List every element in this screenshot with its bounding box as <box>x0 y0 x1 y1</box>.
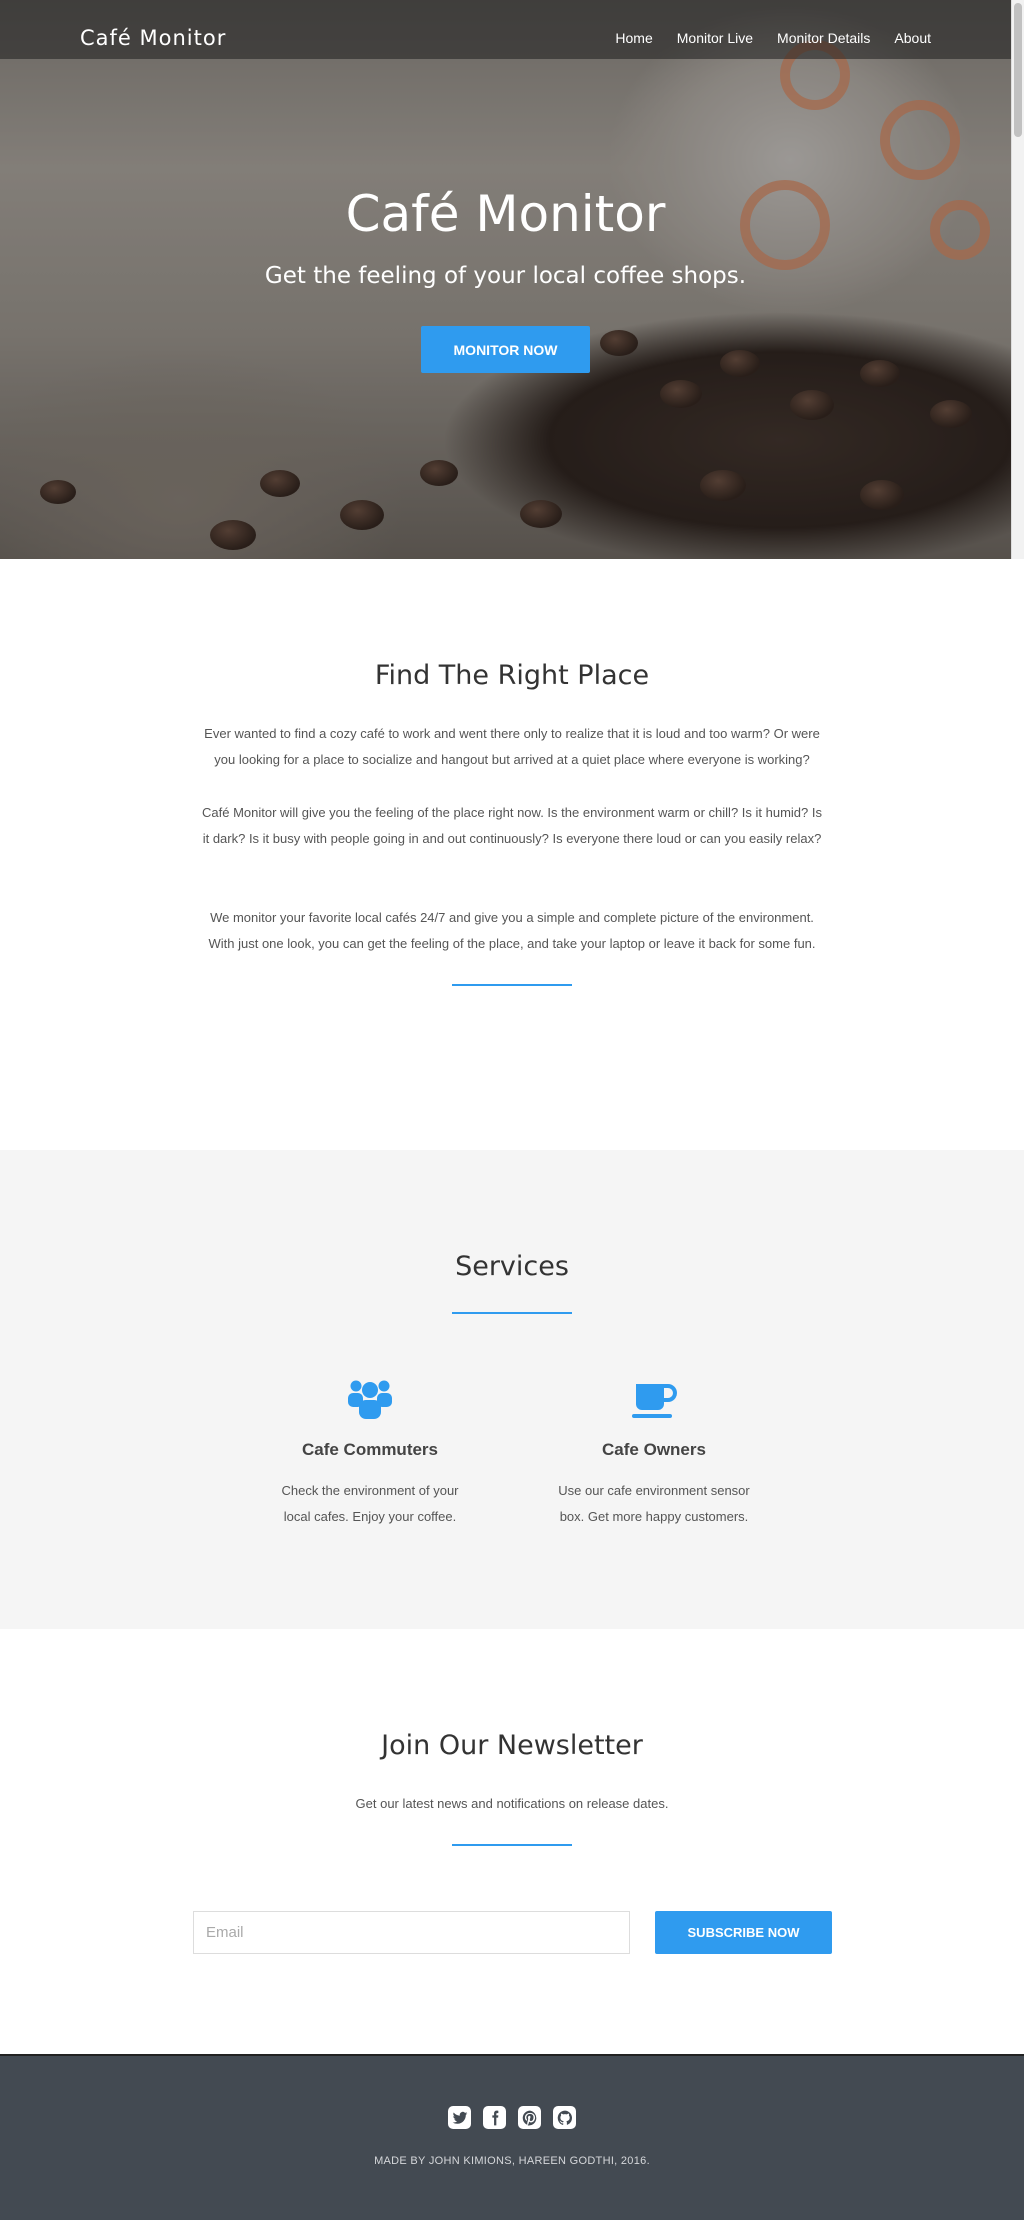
service-card-owners: Cafe Owners Use our cafe environment sen… <box>534 1376 774 1530</box>
about-paragraph: Ever wanted to find a cozy café to work … <box>204 726 820 767</box>
nav-link-monitor-details[interactable]: Monitor Details <box>777 30 870 46</box>
services-section: Services Cafe Commuters Check the enviro… <box>0 1150 1024 1629</box>
subscribe-button[interactable]: SUBSCRIBE NOW <box>655 1911 832 1954</box>
about-divider <box>452 984 572 986</box>
nav-link-monitor-live[interactable]: Monitor Live <box>677 30 753 46</box>
newsletter-title: Join Our Newsletter <box>381 1730 643 1761</box>
service-title: Cafe Owners <box>602 1440 706 1459</box>
hero-subtitle: Get the feeling of your local coffee sho… <box>264 263 747 289</box>
nav-link-about[interactable]: About <box>894 30 931 46</box>
service-description: Check the environment of your local cafe… <box>281 1483 459 1524</box>
hero-title: Café Monitor <box>345 185 666 243</box>
services-title: Services <box>455 1251 569 1282</box>
footer-credit: MADE BY JOHN KIMIONS, HAREEN GODTHI, 201… <box>374 2155 650 2167</box>
services-divider <box>452 1312 572 1314</box>
service-description: Use our cafe environment sensor box. Get… <box>558 1483 750 1524</box>
about-paragraph: Café Monitor will give you the feeling o… <box>202 805 822 846</box>
nav-link-home[interactable]: Home <box>615 30 652 46</box>
service-card-commuters: Cafe Commuters Check the environment of … <box>250 1376 490 1530</box>
social-links <box>448 2106 576 2129</box>
twitter-icon[interactable] <box>448 2106 471 2129</box>
coffee-cup-icon <box>632 1384 677 1418</box>
footer: MADE BY JOHN KIMIONS, HAREEN GODTHI, 201… <box>0 2054 1024 2220</box>
facebook-icon[interactable] <box>483 2106 506 2129</box>
page-scrollbar[interactable] <box>1011 0 1024 559</box>
about-title: Find The Right Place <box>374 660 650 691</box>
github-icon[interactable] <box>553 2106 576 2129</box>
about-paragraph: We monitor your favorite local cafés 24/… <box>208 910 816 951</box>
newsletter-divider <box>452 1844 572 1846</box>
users-icon <box>348 1380 392 1419</box>
pinterest-icon[interactable] <box>518 2106 541 2129</box>
newsletter-subtitle: Get our latest news and notifications on… <box>355 1796 669 1811</box>
monitor-now-button[interactable]: MONITOR NOW <box>421 326 590 373</box>
service-title: Cafe Commuters <box>301 1440 439 1459</box>
brand-logo[interactable]: Café Monitor <box>80 26 226 50</box>
scrollbar-thumb[interactable] <box>1014 3 1022 137</box>
nav-menu: Home Monitor Live Monitor Details About <box>615 30 931 46</box>
hero-section: Café Monitor Home Monitor Live Monitor D… <box>0 0 1011 559</box>
email-field[interactable] <box>193 1911 630 1954</box>
navbar: Café Monitor Home Monitor Live Monitor D… <box>0 0 1011 59</box>
